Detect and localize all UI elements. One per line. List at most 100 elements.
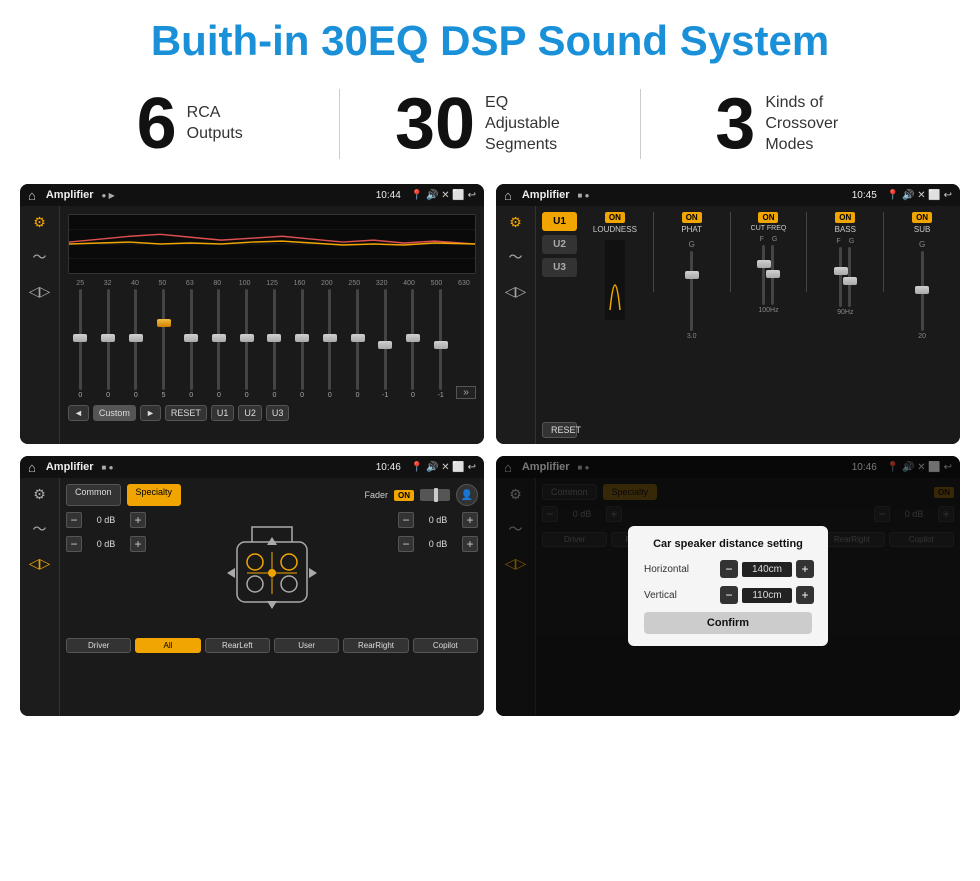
stat-number-rca: 6	[137, 88, 177, 160]
phat-label: PHAT	[681, 225, 702, 234]
vol-row-3: − 0 dB +	[398, 512, 478, 528]
eq-body: ⚙ 〜 ◁▷	[20, 206, 484, 444]
fader-settings-icon[interactable]: 👤	[456, 484, 478, 506]
vol-plus-3[interactable]: +	[462, 512, 478, 528]
vol-minus-2[interactable]: −	[66, 536, 82, 552]
fader-sidebar-filter-icon[interactable]: ⚙	[33, 486, 46, 503]
loudness-curve	[605, 240, 625, 320]
fader-sidebar-wave-icon[interactable]: 〜	[33, 519, 47, 539]
vol-plus-4[interactable]: +	[462, 536, 478, 552]
eq-preset-u3[interactable]: U3	[266, 405, 290, 421]
fader-dots: ■ ●	[102, 463, 114, 472]
eq-sidebar-filter-icon[interactable]: ⚙	[33, 214, 46, 231]
eq-expand-button[interactable]: »	[456, 386, 476, 399]
bass-f-slider[interactable]	[839, 247, 842, 307]
vol-minus-1[interactable]: −	[66, 512, 82, 528]
eq-preset-u2[interactable]: U2	[238, 405, 262, 421]
vol-value-3: 0 dB	[418, 515, 458, 525]
eq-slider-5[interactable]: 0	[179, 289, 204, 399]
stat-text-rca: RCA Outputs	[187, 103, 243, 145]
eq-slider-1[interactable]: 0	[68, 289, 93, 399]
tab-specialty[interactable]: Specialty	[127, 484, 182, 506]
fader-slider[interactable]	[420, 489, 450, 501]
crossover-reset-button[interactable]: RESET	[542, 422, 577, 438]
btn-copilot[interactable]: Copilot	[413, 638, 478, 653]
eq-slider-2[interactable]: 0	[96, 289, 121, 399]
stat-text-eq: EQ Adjustable Segments	[485, 93, 585, 155]
btn-driver[interactable]: Driver	[66, 638, 131, 653]
vol-minus-3[interactable]: −	[398, 512, 414, 528]
dialog-horizontal-plus[interactable]: +	[796, 560, 814, 578]
eq-sidebar-speaker-icon[interactable]: ◁▷	[29, 283, 51, 300]
stat-divider-2	[640, 89, 641, 159]
crossover-app-name: Amplifier	[522, 189, 570, 201]
stats-row: 6 RCA Outputs 30 EQ Adjustable Segments …	[0, 74, 980, 178]
eq-slider-12[interactable]: -1	[373, 289, 398, 399]
crossover-preset-list: U1 U2 U3 RESET	[542, 212, 577, 438]
eq-app-name: Amplifier	[46, 189, 94, 201]
eq-slider-3[interactable]: 0	[123, 289, 148, 399]
stat-text-crossover: Kinds of Crossover Modes	[765, 93, 865, 155]
btn-user[interactable]: User	[274, 638, 339, 653]
crossover-sidebar-filter-icon[interactable]: ⚙	[509, 214, 522, 231]
eq-slider-6[interactable]: 0	[207, 289, 232, 399]
eq-slider-8[interactable]: 0	[262, 289, 287, 399]
btn-rearleft[interactable]: RearLeft	[205, 638, 270, 653]
crossover-preset-u3[interactable]: U3	[542, 258, 577, 277]
vol-row-4: − 0 dB +	[398, 536, 478, 552]
eq-graph-svg	[69, 215, 475, 273]
fader-status-bar: ⌂ Amplifier ■ ● 10:46 📍 🔊 ✕ ⬜ ↩	[20, 456, 484, 478]
fader-body: ⚙ 〜 ◁▷ Common Specialty Fader ON	[20, 478, 484, 716]
crossover-preset-u1[interactable]: U1	[542, 212, 577, 231]
dialog-title: Car speaker distance setting	[644, 538, 812, 550]
eq-time: 10:44	[376, 190, 401, 201]
crossover-divider-3	[806, 212, 807, 292]
eq-graph	[68, 214, 476, 274]
sub-g-slider[interactable]	[921, 251, 924, 331]
eq-reset-button[interactable]: RESET	[165, 405, 207, 421]
eq-slider-10[interactable]: 0	[317, 289, 342, 399]
fader-tabs: Common Specialty Fader ON 👤	[66, 484, 478, 506]
crossover-sidebar-wave-icon[interactable]: 〜	[509, 247, 523, 267]
eq-slider-13[interactable]: 0	[401, 289, 426, 399]
eq-slider-14[interactable]: -1	[428, 289, 453, 399]
dialog-box: Car speaker distance setting Horizontal …	[628, 526, 828, 646]
vol-row-2: − 0 dB +	[66, 536, 146, 552]
eq-slider-9[interactable]: 0	[290, 289, 315, 399]
eq-play-button[interactable]: ►	[140, 405, 161, 421]
bass-g-slider[interactable]	[848, 247, 851, 307]
crossover-divider-4	[883, 212, 884, 292]
phat-slider[interactable]	[690, 251, 693, 331]
eq-sidebar-wave-icon[interactable]: 〜	[33, 247, 47, 267]
dialog-horizontal-ctrl: − 140cm +	[720, 560, 814, 578]
btn-all[interactable]: All	[135, 638, 200, 653]
eq-preset-u1[interactable]: U1	[211, 405, 235, 421]
eq-slider-7[interactable]: 0	[234, 289, 259, 399]
vol-minus-4[interactable]: −	[398, 536, 414, 552]
fader-layout: − 0 dB + − 0 dB +	[66, 512, 478, 632]
tab-common[interactable]: Common	[66, 484, 121, 506]
eq-slider-11[interactable]: 0	[345, 289, 370, 399]
crossover-sidebar-speaker-icon[interactable]: ◁▷	[505, 283, 527, 300]
stat-divider-1	[339, 89, 340, 159]
crossover-phat-col: ON PHAT G 3.0	[660, 212, 724, 438]
dialog-vertical-minus[interactable]: −	[720, 586, 738, 604]
dialog-horizontal-row: Horizontal − 140cm +	[644, 560, 812, 578]
fader-status-icons: 📍 🔊 ✕ ⬜ ↩	[411, 462, 476, 473]
crossover-preset-u2[interactable]: U2	[542, 235, 577, 254]
cutfreq-g-slider[interactable]	[771, 245, 774, 305]
fader-sidebar-speaker-icon[interactable]: ◁▷	[29, 555, 51, 572]
eq-prev-button[interactable]: ◄	[68, 405, 89, 421]
vol-plus-2[interactable]: +	[130, 536, 146, 552]
confirm-button[interactable]: Confirm	[644, 612, 812, 634]
btn-rearright[interactable]: RearRight	[343, 638, 408, 653]
vol-plus-1[interactable]: +	[130, 512, 146, 528]
dialog-vertical-plus[interactable]: +	[796, 586, 814, 604]
dialog-horizontal-minus[interactable]: −	[720, 560, 738, 578]
eq-slider-4[interactable]: 5	[151, 289, 176, 399]
vol-value-1: 0 dB	[86, 515, 126, 525]
loudness-on-badge: ON	[605, 212, 625, 223]
bass-on-badge: ON	[835, 212, 855, 223]
home-icon: ⌂	[28, 188, 36, 203]
eq-preset-custom[interactable]: Custom	[93, 405, 136, 421]
